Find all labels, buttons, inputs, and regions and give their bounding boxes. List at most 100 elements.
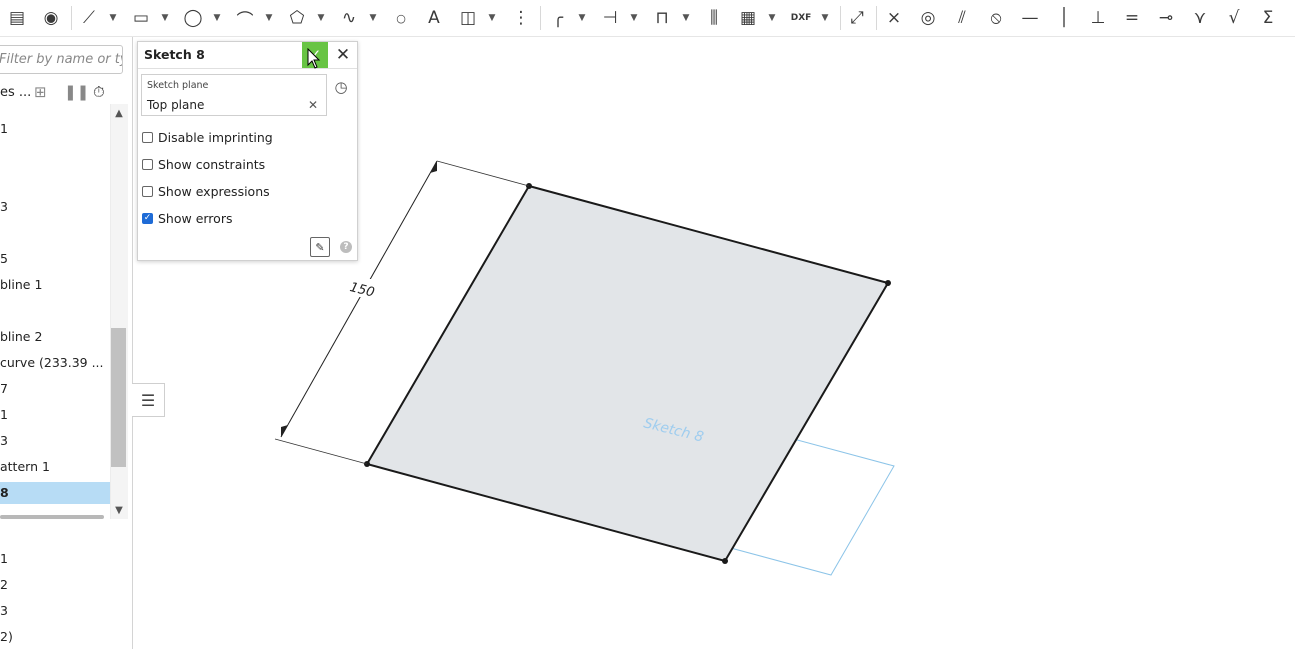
chevron-down-icon[interactable]: ▼ <box>767 10 777 26</box>
sketch-tools-icon[interactable]: ✎ <box>310 237 330 257</box>
text-icon[interactable]: A <box>423 6 445 30</box>
circle-icon[interactable]: ◯ <box>182 6 204 30</box>
coincident-icon[interactable]: ⨯ <box>883 6 905 30</box>
checkbox[interactable] <box>142 131 153 143</box>
sketch-plane-value: Top plane <box>147 98 205 112</box>
circular-pattern-icon[interactable]: ▦ <box>737 6 759 30</box>
sketch-vertex[interactable] <box>722 558 728 564</box>
spline-icon[interactable]: ∿ <box>338 6 360 30</box>
toolbar-separator <box>876 6 877 30</box>
mirror-icon[interactable]: ⋮ <box>510 6 532 30</box>
chevron-down-icon[interactable]: ▼ <box>820 10 830 26</box>
chevron-down-icon[interactable]: ▼ <box>160 10 170 26</box>
list-item[interactable]: 2) <box>0 626 13 648</box>
chevron-down-icon[interactable]: ▼ <box>264 10 274 26</box>
chevron-down-icon[interactable]: ▼ <box>212 10 222 26</box>
tree-item[interactable]: 5 <box>0 248 110 270</box>
fillet-icon[interactable]: ╭ <box>547 6 569 30</box>
clear-icon[interactable]: ✕ <box>308 98 318 112</box>
disable-imprinting-checkbox[interactable]: Disable imprinting <box>142 128 273 146</box>
parallel-icon[interactable]: ⫽ <box>951 6 973 30</box>
checkbox-label: Show errors <box>158 210 233 226</box>
show-constraints-checkbox[interactable]: Show constraints <box>142 155 265 173</box>
history-icon[interactable]: ◷ <box>332 78 350 96</box>
checkbox-checked[interactable]: ✓ <box>142 212 153 224</box>
toolbar-separator <box>71 6 72 30</box>
dimension-icon[interactable]: √ <box>1223 6 1245 30</box>
midpoint-icon[interactable]: ⊸ <box>1155 6 1177 30</box>
checkbox-label: Show constraints <box>158 156 266 172</box>
scrollbar-thumb[interactable] <box>111 328 126 467</box>
chevron-down-icon[interactable]: ▼ <box>368 10 378 26</box>
sketch-feature-icon[interactable]: ◉ <box>40 6 62 30</box>
point-icon[interactable]: ○ <box>390 6 412 30</box>
checkbox-label: Disable imprinting <box>158 129 273 145</box>
horizontal-scrollbar[interactable] <box>0 515 104 519</box>
chevron-down-icon[interactable]: ▼ <box>629 10 639 26</box>
arc-icon[interactable]: ⌒ <box>234 6 256 31</box>
dimension-extension-line <box>436 160 530 187</box>
dxf-import-icon[interactable]: DXF <box>790 6 812 30</box>
checkbox[interactable] <box>142 158 153 170</box>
close-button[interactable]: ✕ <box>332 44 354 66</box>
chevron-down-icon[interactable]: ▼ <box>681 10 691 26</box>
tree-item-selected[interactable]: 8 <box>0 482 110 504</box>
trim-icon[interactable]: ⊣ <box>599 6 621 30</box>
part-studio-icon[interactable]: ▤ <box>6 6 28 30</box>
feature-filter-input[interactable] <box>0 45 123 74</box>
help-icon[interactable]: ? <box>340 241 352 253</box>
chevron-down-icon[interactable]: ▼ <box>577 10 587 26</box>
equal-icon[interactable]: = <box>1121 6 1143 30</box>
scroll-down-icon[interactable]: ▼ <box>112 503 126 517</box>
feature-tree: 1 3 5 bline 1 bline 2 curve (233.39 ... … <box>0 107 110 519</box>
tree-item[interactable]: 1 <box>0 118 110 140</box>
horizontal-icon[interactable]: — <box>1019 6 1041 30</box>
perpendicular-icon[interactable]: ⊥ <box>1087 6 1109 30</box>
rectangle-icon[interactable]: ▭ <box>130 6 152 30</box>
construction-icon[interactable]: ◫ <box>457 6 479 30</box>
list-toggle-icon[interactable]: ☰ <box>132 383 165 417</box>
checkbox[interactable] <box>142 185 153 197</box>
pattern-icon[interactable]: ⫼ <box>703 6 725 30</box>
tree-item[interactable]: 3 <box>0 196 110 218</box>
tree-item[interactable]: curve (233.39 ... <box>0 352 110 374</box>
chevron-down-icon[interactable]: ▼ <box>316 10 326 26</box>
scroll-up-icon[interactable]: ▲ <box>112 106 126 120</box>
checkbox-label: Show expressions <box>158 183 270 199</box>
tree-item[interactable]: bline 1 <box>0 274 110 296</box>
dialog-title: Sketch 8 <box>144 47 205 62</box>
toolbar: ▤ ◉ ⟋ ▼ ▭ ▼ ◯ ▼ ⌒ ▼ ⬠ ▼ ∿ ▼ ○ A ◫ ▼ ⋮ ╭ … <box>0 0 1295 37</box>
dialog-divider <box>138 68 357 69</box>
vertical-icon[interactable]: │ <box>1053 6 1075 30</box>
sketch-plane-field[interactable]: Sketch plane Top plane ✕ <box>141 74 327 116</box>
tree-item[interactable]: 3 <box>0 430 110 452</box>
show-errors-checkbox[interactable]: ✓ Show errors <box>142 209 232 227</box>
sketch-vertex[interactable] <box>885 280 891 286</box>
project-icon[interactable]: ⤢ <box>846 6 868 30</box>
tangent-icon[interactable]: ⦸ <box>985 6 1007 30</box>
tree-item[interactable]: bline 2 <box>0 326 110 348</box>
sketch-plane-label: Sketch plane <box>147 80 209 91</box>
list-item[interactable]: 1 <box>0 548 8 570</box>
chevron-down-icon[interactable]: ▼ <box>108 10 118 26</box>
concentric-icon[interactable]: ◎ <box>917 6 939 30</box>
line-icon[interactable]: ⟋ <box>78 6 100 30</box>
chevron-down-icon[interactable]: ▼ <box>487 10 497 26</box>
tree-item[interactable]: 1 <box>0 404 110 426</box>
show-expressions-checkbox[interactable]: Show expressions <box>142 182 270 200</box>
variable-icon[interactable]: Σ <box>1257 6 1279 30</box>
offset-icon[interactable]: ⊓ <box>651 6 673 30</box>
pause-icon[interactable]: ❚❚ <box>64 83 89 101</box>
rollback-timer-icon[interactable]: ⏱ <box>93 83 105 101</box>
tree-item[interactable]: attern 1 <box>0 456 110 478</box>
toolbar-separator <box>540 6 541 30</box>
list-item[interactable]: 3 <box>0 600 8 622</box>
normal-icon[interactable]: ⋎ <box>1189 6 1211 30</box>
mouse-cursor-icon <box>307 48 321 69</box>
add-folder-icon[interactable]: ⊞ <box>34 83 47 101</box>
tree-item[interactable]: 7 <box>0 378 110 400</box>
list-item[interactable]: 2 <box>0 574 8 596</box>
polygon-icon[interactable]: ⬠ <box>286 6 308 30</box>
sketch-dialog: Sketch 8 ✓ ✕ Sketch plane Top plane ✕ ◷ … <box>137 41 358 261</box>
sketch-rectangle[interactable] <box>365 184 890 563</box>
